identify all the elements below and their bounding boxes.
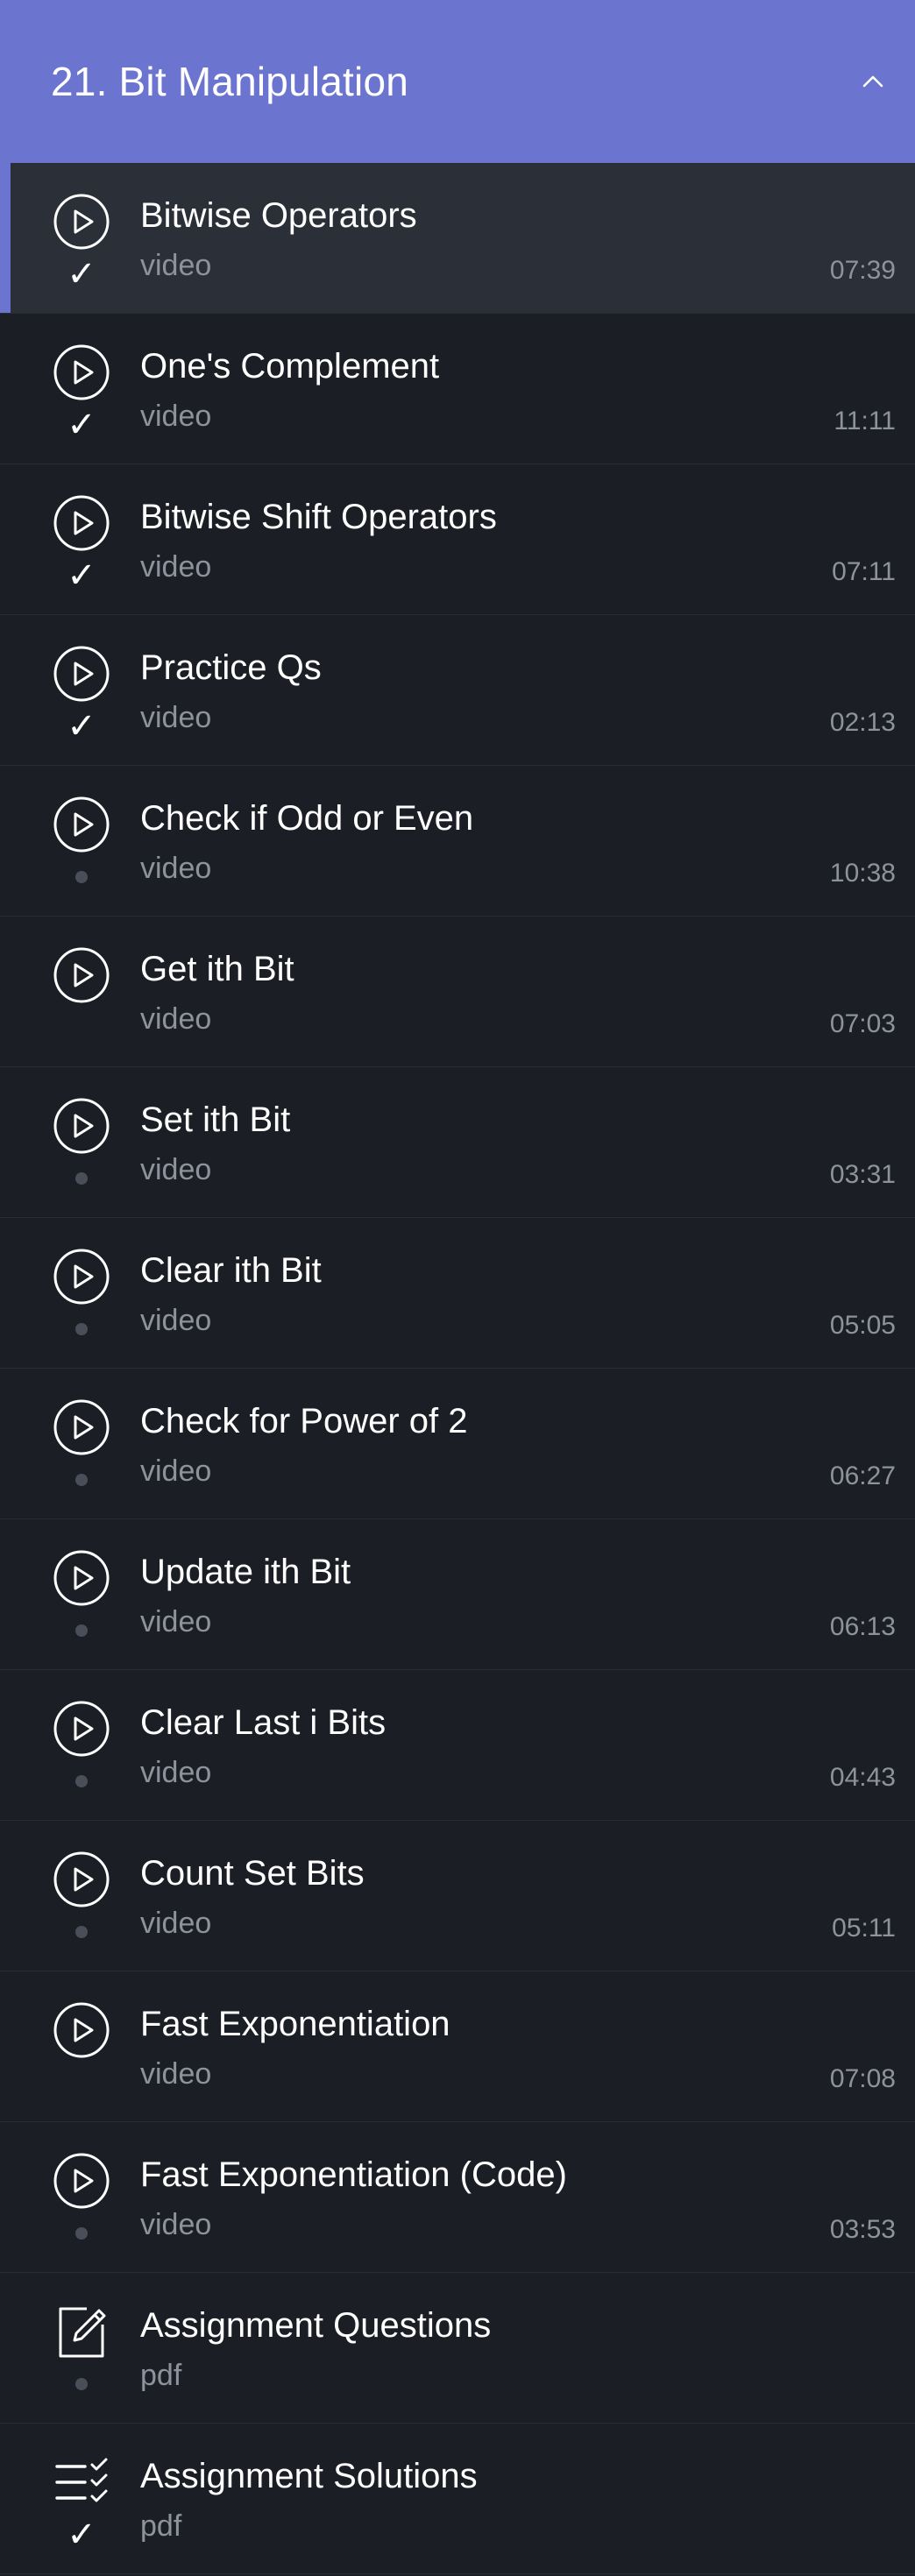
lesson-title: Assignment Solutions bbox=[140, 2457, 478, 2495]
status-empty bbox=[67, 2068, 96, 2098]
lesson-duration: 05:11 bbox=[832, 1914, 896, 1943]
incomplete-dot-icon bbox=[67, 2369, 96, 2399]
play-icon bbox=[51, 492, 112, 554]
lesson-row[interactable]: ✓ One's Complement video 11:11 bbox=[0, 314, 915, 464]
play-icon bbox=[51, 1095, 112, 1157]
lesson-row[interactable]: Clear Last i Bits video 04:43 bbox=[0, 1670, 915, 1821]
play-icon bbox=[51, 643, 112, 704]
lesson-duration: 07:11 bbox=[832, 557, 896, 586]
play-icon bbox=[51, 1698, 112, 1759]
lesson-type: video bbox=[140, 1454, 212, 1488]
lesson-type: pdf bbox=[140, 2359, 182, 2392]
lesson-type: video bbox=[140, 1002, 212, 1036]
incomplete-dot-icon bbox=[67, 1465, 96, 1495]
lesson-type: video bbox=[140, 852, 212, 885]
lesson-duration: 07:39 bbox=[829, 256, 896, 285]
lesson-type: video bbox=[140, 2208, 212, 2241]
lesson-row[interactable]: ✓ Assignment Solutions pdf bbox=[0, 2424, 915, 2574]
play-icon bbox=[51, 945, 112, 1006]
completed-check-icon: ✓ bbox=[67, 254, 96, 294]
lesson-title: Update ith Bit bbox=[140, 1553, 351, 1591]
completed-check-icon: ✓ bbox=[67, 556, 96, 596]
lesson-type: video bbox=[140, 2057, 212, 2091]
completed-check-icon: ✓ bbox=[67, 2515, 96, 2555]
lesson-title: Check for Power of 2 bbox=[140, 1402, 468, 1440]
incomplete-dot-icon bbox=[67, 2219, 96, 2248]
play-icon bbox=[51, 1849, 112, 1910]
incomplete-dot-icon bbox=[67, 1917, 96, 1947]
lesson-title: Fast Exponentiation (Code) bbox=[140, 2155, 567, 2194]
lesson-type: video bbox=[140, 1605, 212, 1638]
lesson-title: Bitwise Shift Operators bbox=[140, 498, 497, 536]
lesson-duration: 05:05 bbox=[829, 1311, 896, 1340]
section-header[interactable]: 21. Bit Manipulation bbox=[0, 0, 915, 163]
lesson-title: Clear Last i Bits bbox=[140, 1703, 387, 1742]
status-empty bbox=[67, 1013, 96, 1043]
lesson-title: Check if Odd or Even bbox=[140, 799, 474, 838]
lesson-duration: 07:03 bbox=[829, 1009, 896, 1038]
lesson-title: Set ith Bit bbox=[140, 1100, 291, 1139]
lesson-row[interactable]: Update ith Bit video 06:13 bbox=[0, 1519, 915, 1670]
lesson-title: Assignment Questions bbox=[140, 2306, 492, 2345]
lesson-type: video bbox=[140, 1756, 212, 1789]
lesson-type: video bbox=[140, 1304, 212, 1337]
lesson-duration: 10:38 bbox=[829, 859, 896, 888]
play-icon bbox=[51, 191, 112, 252]
completed-check-icon: ✓ bbox=[67, 706, 96, 747]
lesson-type: video bbox=[140, 1907, 212, 1940]
chevron-up-icon[interactable] bbox=[855, 64, 890, 99]
lesson-duration: 04:43 bbox=[829, 1763, 896, 1792]
play-icon bbox=[51, 2150, 112, 2212]
incomplete-dot-icon bbox=[67, 862, 96, 892]
lesson-row[interactable]: ✓ Bitwise Shift Operators video 07:11 bbox=[0, 464, 915, 615]
lesson-duration: 03:31 bbox=[829, 1160, 896, 1189]
incomplete-dot-icon bbox=[67, 1314, 96, 1344]
lesson-type: pdf bbox=[140, 2509, 182, 2543]
lesson-row[interactable]: Get ith Bit video 07:03 bbox=[0, 916, 915, 1067]
play-icon bbox=[51, 1547, 112, 1609]
play-icon bbox=[51, 342, 112, 403]
lesson-duration: 03:53 bbox=[829, 2215, 896, 2244]
lesson-row[interactable]: Assignment Questions pdf bbox=[0, 2273, 915, 2424]
lesson-row[interactable]: Count Set Bits video 05:11 bbox=[0, 1821, 915, 1971]
completed-check-icon: ✓ bbox=[67, 405, 96, 445]
lesson-type: video bbox=[140, 701, 212, 734]
play-icon bbox=[51, 1999, 112, 2061]
lesson-title: Practice Qs bbox=[140, 648, 322, 687]
lesson-row[interactable]: Fast Exponentiation video 07:08 bbox=[0, 1971, 915, 2122]
lesson-duration: 07:08 bbox=[829, 2064, 896, 2093]
lesson-duration: 06:13 bbox=[829, 1612, 896, 1641]
lesson-type: video bbox=[140, 550, 212, 584]
lesson-type: video bbox=[140, 1153, 212, 1186]
lesson-duration: 11:11 bbox=[833, 407, 896, 435]
lesson-row[interactable]: Check for Power of 2 video 06:27 bbox=[0, 1369, 915, 1519]
lesson-row[interactable]: ✓ Bitwise Operators video 07:39 bbox=[0, 163, 915, 314]
checklist-icon bbox=[51, 2452, 112, 2513]
lesson-row[interactable]: ✓ Practice Qs video 02:13 bbox=[0, 615, 915, 766]
lesson-title: Fast Exponentiation bbox=[140, 2005, 450, 2043]
lesson-duration: 02:13 bbox=[829, 708, 896, 737]
incomplete-dot-icon bbox=[67, 1766, 96, 1796]
lesson-title: Bitwise Operators bbox=[140, 196, 417, 235]
section-title: 21. Bit Manipulation bbox=[51, 59, 409, 104]
lesson-type: video bbox=[140, 400, 212, 433]
play-icon bbox=[51, 1246, 112, 1307]
lesson-duration: 06:27 bbox=[829, 1461, 896, 1490]
play-icon bbox=[51, 1397, 112, 1458]
lesson-row[interactable]: Set ith Bit video 03:31 bbox=[0, 1067, 915, 1218]
lesson-title: Count Set Bits bbox=[140, 1854, 365, 1893]
lesson-title: Clear ith Bit bbox=[140, 1251, 322, 1290]
lesson-title: Get ith Bit bbox=[140, 950, 294, 988]
lesson-type: video bbox=[140, 249, 212, 282]
lesson-title: One's Complement bbox=[140, 347, 440, 386]
lesson-row[interactable]: Clear ith Bit video 05:05 bbox=[0, 1218, 915, 1369]
lesson-row[interactable]: Fast Exponentiation (Code) video 03:53 bbox=[0, 2122, 915, 2273]
lesson-list: ✓ Bitwise Operators video 07:39 ✓ One's Compl… bbox=[0, 163, 915, 2574]
edit-document-icon bbox=[51, 2301, 112, 2362]
incomplete-dot-icon bbox=[67, 1164, 96, 1193]
incomplete-dot-icon bbox=[67, 1616, 96, 1645]
lesson-row[interactable]: Check if Odd or Even video 10:38 bbox=[0, 766, 915, 916]
play-icon bbox=[51, 794, 112, 855]
